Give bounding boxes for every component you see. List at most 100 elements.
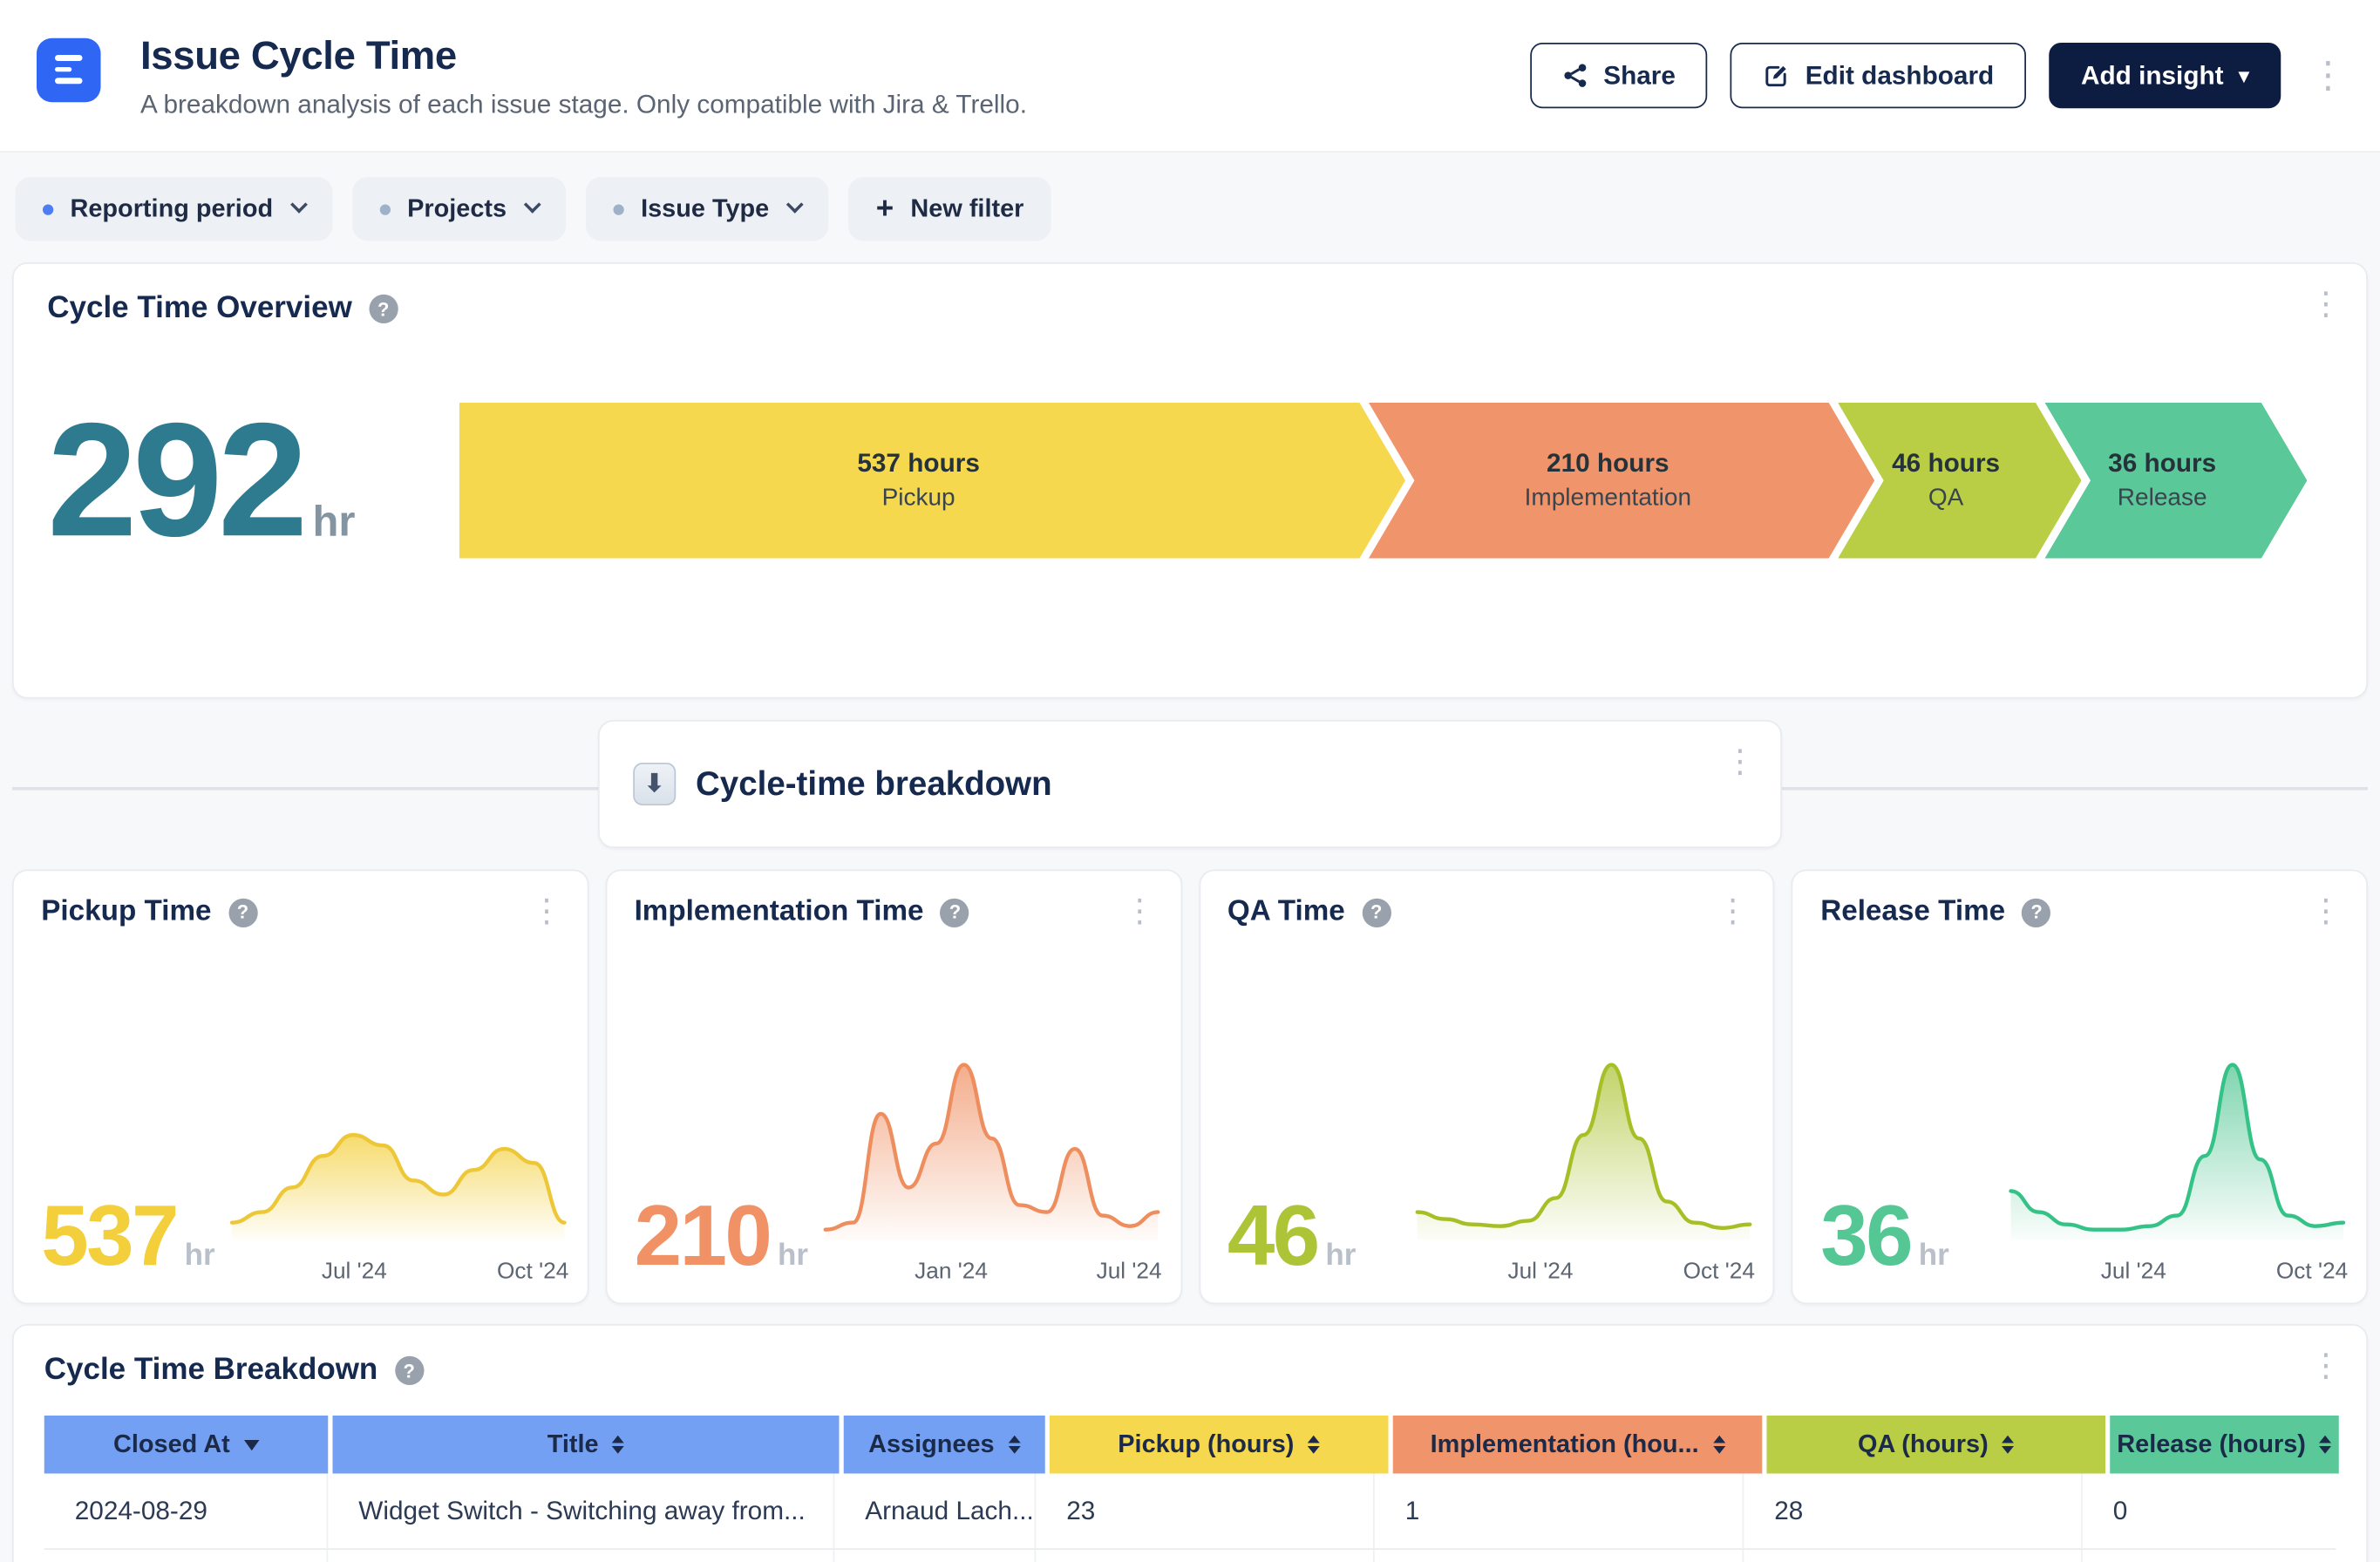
help-icon[interactable]: ? [369,295,398,323]
cell-title: Widget Switch - Switching away from... [328,1474,834,1551]
sort-icon [2320,1436,2332,1454]
metric-card-qa-time: QA Time ? ⋮ Jul '24 Oct '24 46 hr [1199,870,1775,1305]
banner-title: Cycle-time breakdown [696,764,1052,805]
help-icon[interactable]: ? [228,898,257,927]
dashboard-root: Issue Cycle Time A breakdown analysis of… [0,0,2380,1562]
cycle-time-overview-card: Cycle Time Overview ? ⋮ 292 hr 537 hours… [12,262,2368,699]
column-header-implementation-hours[interactable]: Implementation (hou... [1393,1416,1763,1474]
metric-value: 210 hr [635,1193,808,1279]
cell-release-hours: 0 [2083,1474,2336,1551]
edit-icon [1763,62,1791,90]
help-icon[interactable]: ? [941,898,969,927]
caret-down-icon: ▾ [2239,65,2248,85]
metric-kebab-menu[interactable]: ⋮ [531,895,563,927]
new-filter-label: New filter [910,194,1023,223]
implementation-time-area-chart [817,1047,1165,1248]
metric-card-release-time: Release Time ? ⋮ Jul '24 Oct '24 36 hr [1792,870,2368,1305]
metric-card-pickup-time: Pickup Time ? ⋮ Jul '24 Oct '24 537 hr [12,870,588,1305]
sort-icon [1008,1436,1020,1454]
app-header: Issue Cycle Time A breakdown analysis of… [0,0,2380,153]
page-title: Issue Cycle Time [140,31,1027,78]
cycle-time-breakdown-table-card: Cycle Time Breakdown ? ⋮ Closed At Title… [12,1324,2368,1562]
x-axis-labels: Jul '24 Oct '24 [224,1248,572,1285]
down-arrow-icon: ⬇ [633,763,676,805]
metric-cards-row: Pickup Time ? ⋮ Jul '24 Oct '24 537 hr I… [12,870,2368,1305]
filter-label: Issue Type [641,194,769,223]
cell-closed-at: 2024-08-29 [44,1474,329,1551]
metric-kebab-menu[interactable]: ⋮ [1124,895,1156,927]
release-time-area-chart [2003,1047,2351,1248]
cell-pickup-hours: 23 [1036,1474,1375,1551]
column-header-release-hours[interactable]: Release (hours) [2110,1416,2339,1474]
share-button-label: Share [1603,60,1676,91]
metric-title: Release Time [1820,895,2005,929]
share-button[interactable]: Share [1530,43,1707,108]
filter-projects[interactable]: Projects [352,177,566,241]
sort-icon [1712,1436,1724,1454]
cycle-time-breakdown-banner: ⬇ Cycle-time breakdown ⋮ [598,720,1782,848]
metric-kebab-menu[interactable]: ⋮ [1717,895,1749,927]
filter-dot-icon [614,204,624,214]
metric-card-implementation-time: Implementation Time ? ⋮ Jan '24 Jul '24 … [605,870,1181,1305]
new-filter-button[interactable]: + New filter [848,177,1051,241]
funnel-stage-release[interactable]: 36 hours Release [2045,403,2308,559]
cell-qa-hours: 28 [1744,1474,2083,1551]
cell-implementation-hours: 1 [1375,1474,1744,1551]
add-insight-label: Add insight [2081,60,2224,91]
metric-value: 537 hr [41,1193,214,1279]
chevron-down-icon [524,196,541,214]
app-menu-button[interactable] [37,37,101,102]
share-icon [1562,63,1588,89]
page-subtitle: A breakdown analysis of each issue stage… [140,89,1027,119]
breakdown-divider-section: ⬇ Cycle-time breakdown ⋮ [12,711,2368,864]
header-kebab-menu[interactable]: ⋮ [2310,58,2347,94]
help-icon[interactable]: ? [2022,898,2050,927]
chevron-down-icon [786,196,804,214]
funnel-stage-pickup[interactable]: 537 hours Pickup [459,403,1405,559]
table-title: Cycle Time Breakdown [44,1353,378,1388]
edit-dashboard-button[interactable]: Edit dashboard [1731,43,2026,108]
table-row-partial[interactable] [44,1550,2336,1562]
column-header-closed-at[interactable]: Closed At [44,1416,329,1474]
filter-label: Projects [407,194,507,223]
metric-value: 36 hr [1820,1193,1949,1279]
x-axis-labels: Jul '24 Oct '24 [1410,1248,1758,1285]
sort-icon [1308,1436,1320,1454]
menu-icon [55,56,83,61]
filter-issue-type[interactable]: Issue Type [586,177,828,241]
column-header-pickup-hours[interactable]: Pickup (hours) [1050,1416,1389,1474]
filter-bar: Reporting period Projects Issue Type + N… [16,177,2380,241]
sort-icon [243,1439,259,1450]
pickup-time-area-chart [224,1047,572,1248]
add-insight-button[interactable]: Add insight ▾ [2049,43,2281,108]
qa-time-area-chart [1410,1047,1758,1248]
metric-value: 46 hr [1227,1193,1357,1279]
banner-kebab-menu[interactable]: ⋮ [1724,746,1757,778]
funnel-stage-implementation[interactable]: 210 hours Implementation [1369,403,1874,559]
sort-icon [612,1436,624,1454]
filter-dot-icon [43,204,53,214]
help-icon[interactable]: ? [1362,898,1391,927]
filter-reporting-period[interactable]: Reporting period [16,177,333,241]
column-header-assignees[interactable]: Assignees [844,1416,1045,1474]
overview-total-value: 292 hr [47,400,417,562]
metric-kebab-menu[interactable]: ⋮ [2310,895,2343,927]
help-icon[interactable]: ? [395,1356,424,1385]
sort-icon [2002,1436,2014,1454]
metric-title: Implementation Time [635,895,924,929]
chevron-down-icon [290,196,308,214]
cell-assignees: Arnaud Lach... [834,1474,1036,1551]
plus-icon: + [876,194,894,224]
column-header-title[interactable]: Title [333,1416,840,1474]
x-axis-labels: Jan '24 Jul '24 [817,1248,1165,1285]
overview-kebab-menu[interactable]: ⋮ [2310,289,2343,321]
table-kebab-menu[interactable]: ⋮ [2310,1350,2343,1382]
filter-label: Reporting period [71,194,274,223]
x-axis-labels: Jul '24 Oct '24 [2003,1248,2351,1285]
overview-title: Cycle Time Overview [47,291,352,326]
table-row[interactable]: 2024-08-29 Widget Switch - Switching awa… [44,1474,2336,1551]
metric-title: QA Time [1227,895,1345,929]
table-header-row: Closed At Title Assignees Pickup (hours)… [44,1416,2336,1474]
metric-title: Pickup Time [41,895,211,929]
column-header-qa-hours[interactable]: QA (hours) [1767,1416,2106,1474]
